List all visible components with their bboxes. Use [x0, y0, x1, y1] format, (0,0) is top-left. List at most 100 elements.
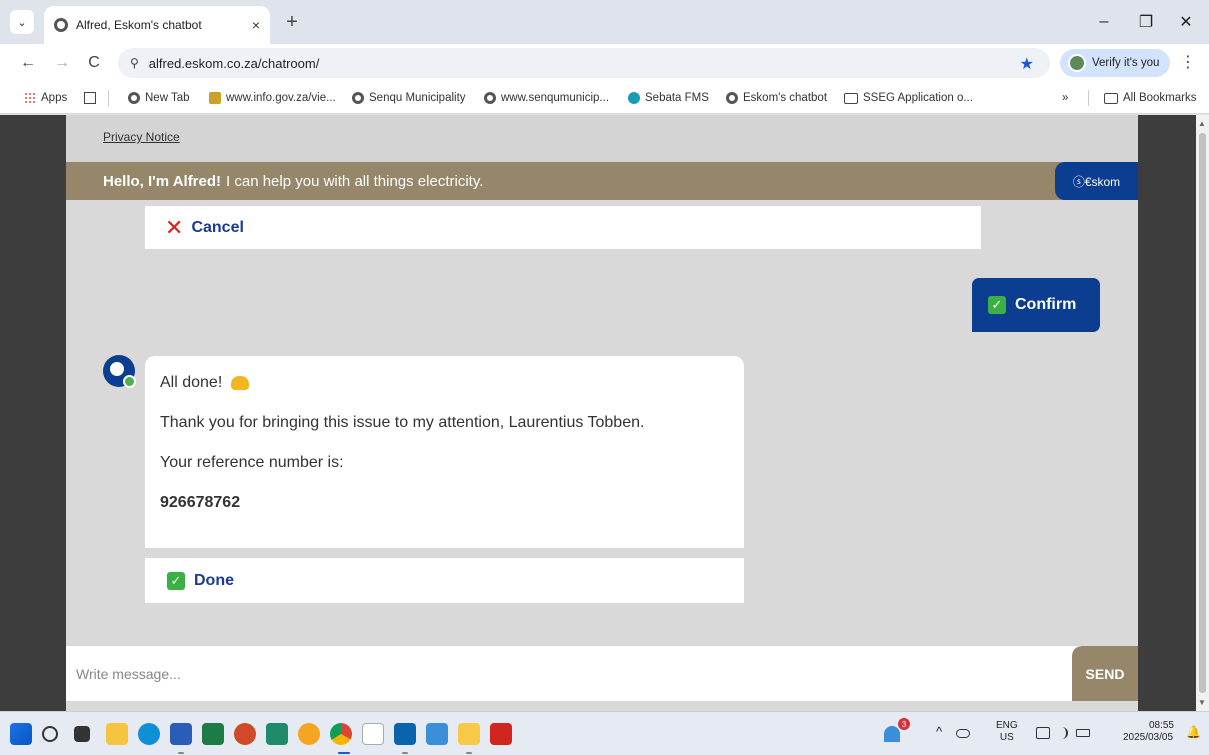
excel-icon[interactable] — [202, 723, 224, 745]
notepad-icon[interactable] — [362, 723, 384, 745]
language-indicator[interactable]: ENG US — [996, 720, 1018, 744]
welcome-banner: Hello, I'm Alfred! I can help you with a… — [66, 162, 1138, 200]
checkmark-icon: ✓ — [167, 571, 185, 590]
smiley-icon — [110, 362, 124, 376]
minimize-button[interactable]: – — [1084, 8, 1124, 36]
edge-icon[interactable] — [138, 723, 160, 745]
scroll-up-arrow-icon[interactable]: ▲ — [1198, 119, 1206, 128]
bookmark-label: Sebata FMS — [645, 92, 709, 104]
volume-icon[interactable] — [1056, 727, 1068, 739]
active-app-indicator — [338, 752, 350, 754]
forward-button[interactable]: → — [50, 51, 74, 75]
bookmark-eskom-chatbot[interactable]: Eskom's chatbot — [726, 90, 827, 106]
message-line: Thank you for bringing this issue to my … — [160, 414, 645, 431]
site-info-icon[interactable]: ⚲ — [130, 56, 139, 70]
message-input[interactable] — [66, 646, 1072, 701]
windows-start-icon[interactable] — [10, 723, 32, 745]
confirm-label: Confirm — [1015, 296, 1077, 313]
verify-label: Verify it's you — [1092, 57, 1160, 69]
clock-date: 2025/03/05 — [1122, 732, 1174, 743]
privacy-bar: Privacy Notice — [66, 115, 1138, 162]
bookmark-label: www.info.gov.za/vie... — [226, 92, 336, 104]
message-line: Your reference number is: — [160, 454, 344, 471]
bookmark-label: www.senqumunicip... — [501, 92, 610, 104]
globe-icon — [128, 92, 140, 104]
bookmark-sebata[interactable]: Sebata FMS — [628, 90, 709, 106]
verify-profile-chip[interactable]: Verify it's you — [1060, 49, 1170, 77]
folder-icon[interactable] — [458, 723, 480, 745]
apps-grid-icon — [24, 92, 36, 104]
banner-text: I can help you with all things electrici… — [226, 172, 484, 190]
folder-icon — [844, 92, 858, 104]
bookmarks-overflow-button[interactable]: » — [1062, 90, 1068, 106]
onedrive-cloud-icon[interactable] — [956, 729, 970, 738]
tab-strip: ⌄ Alfred, Eskom's chatbot × + – ❐ ✕ — [0, 0, 1209, 44]
reload-button[interactable]: C — [82, 51, 106, 75]
cancel-option[interactable]: ✕ Cancel — [145, 206, 981, 249]
globe-icon — [484, 92, 496, 104]
page-scrollbar[interactable]: ▲ ▼ — [1196, 115, 1209, 711]
back-button[interactable]: ← — [16, 51, 40, 75]
search-icon[interactable] — [42, 726, 58, 742]
scroll-thumb[interactable] — [1199, 133, 1206, 693]
bookmark-label: Eskom's chatbot — [743, 92, 828, 104]
clock[interactable]: 08:55 2025/03/05 — [1122, 720, 1174, 744]
tab-search-button[interactable]: ⌄ — [10, 10, 34, 34]
bookmark-divider — [108, 90, 109, 106]
word-icon[interactable] — [170, 723, 192, 745]
network-icon[interactable] — [1036, 727, 1050, 739]
weather-umbrella-icon[interactable] — [884, 726, 900, 742]
tab-close-button[interactable]: × — [252, 17, 260, 33]
address-bar[interactable]: ⚲ alfred.eskom.co.za/chatroom/ ★ — [118, 48, 1050, 78]
confirm-button[interactable]: ✓ Confirm — [972, 278, 1100, 332]
file-explorer-icon[interactable] — [106, 723, 128, 745]
scroll-down-arrow-icon[interactable]: ▼ — [1198, 698, 1206, 707]
bookmark-info-gov[interactable]: www.info.gov.za/vie... — [209, 90, 336, 106]
url-text[interactable]: alfred.eskom.co.za/chatroom/ — [149, 56, 320, 71]
message-text: All done! — [160, 374, 223, 391]
send-button[interactable]: SEND — [1072, 646, 1138, 701]
done-option[interactable]: ✓ Done — [145, 558, 744, 603]
running-indicator — [402, 752, 408, 754]
battery-icon[interactable] — [1076, 729, 1090, 737]
active-tab[interactable]: Alfred, Eskom's chatbot × — [44, 6, 270, 44]
acrobat-icon[interactable] — [490, 723, 512, 745]
gov-crest-icon — [209, 92, 221, 104]
app-icon[interactable] — [298, 723, 320, 745]
powerpoint-icon[interactable] — [234, 723, 256, 745]
show-hidden-icons-chevron-icon[interactable]: ^ — [936, 725, 942, 738]
bookmark-new-tab[interactable]: New Tab — [128, 90, 190, 106]
bot-message: All done! Thank you for bringing this is… — [145, 356, 744, 548]
task-view-icon[interactable] — [74, 726, 90, 742]
bookmark-senqu[interactable]: Senqu Municipality — [352, 90, 466, 106]
language-code: ENG — [996, 720, 1018, 731]
new-tab-button[interactable]: + — [280, 10, 304, 34]
close-window-button[interactable]: ✕ — [1166, 8, 1206, 36]
done-label: Done — [194, 571, 234, 589]
chrome-icon[interactable] — [330, 723, 352, 745]
bookmark-senqumunicip[interactable]: www.senqumunicip... — [484, 90, 609, 106]
notification-bell-icon[interactable]: 🔔 — [1186, 726, 1201, 738]
chat-window: Privacy Notice Hello, I'm Alfred! I can … — [66, 115, 1138, 711]
tab-title: Alfred, Eskom's chatbot — [76, 18, 202, 32]
bookmark-label: Senqu Municipality — [369, 92, 466, 104]
tab-groups-icon[interactable] — [84, 90, 101, 106]
globe-icon — [352, 92, 364, 104]
bookmark-label: New Tab — [145, 92, 190, 104]
eskom-logo: ⓢ€skom — [1055, 162, 1138, 200]
photos-icon[interactable] — [426, 723, 448, 745]
banner-greeting: Hello, I'm Alfred! — [103, 172, 222, 190]
bookmark-sseg-folder[interactable]: SSEG Application o... — [844, 90, 973, 106]
browser-menu-icon[interactable]: ⋮ — [1180, 52, 1196, 72]
privacy-notice-link[interactable]: Privacy Notice — [103, 130, 180, 144]
bookmark-apps[interactable]: Apps — [24, 90, 67, 106]
restore-button[interactable]: ❐ — [1126, 8, 1166, 36]
close-icon: ✕ — [165, 214, 184, 240]
all-bookmarks-folder[interactable]: All Bookmarks — [1104, 90, 1197, 106]
bookmark-label: All Bookmarks — [1123, 92, 1197, 104]
bookmark-star-icon[interactable]: ★ — [1020, 54, 1034, 74]
publisher-icon[interactable] — [266, 723, 288, 745]
outlook-icon[interactable] — [394, 723, 416, 745]
windows-taskbar: 3 ^ ENG US 08:55 2025/03/05 🔔 — [0, 711, 1209, 755]
online-status-dot — [123, 375, 136, 388]
